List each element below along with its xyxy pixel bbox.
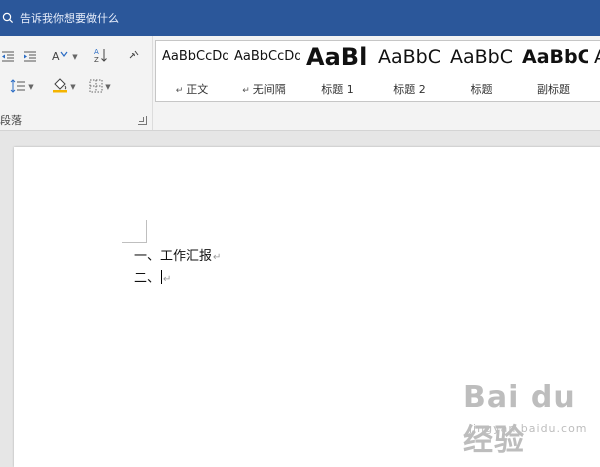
chinese-layout-button[interactable]: A ▼ [50, 46, 80, 68]
style-sample: A [594, 46, 600, 68]
chevron-down-icon: ▼ [28, 83, 34, 91]
line-spacing-icon [10, 78, 26, 97]
ribbon: A ▼ A Z ▼ ▼ ▼ 段落 AaBbCcDd ↵ 正文 AaBbCcDd … [0, 36, 600, 131]
tell-me-search[interactable]: 告诉我你想要做什么 [0, 0, 200, 36]
styles-gallery: AaBbCcDd ↵ 正文 AaBbCcDd ↵ 无间隔 AaBl 标题 1 AaBbC 标题 2… [155, 40, 600, 102]
style-name: 副标题 [516, 81, 588, 97]
style-item[interactable]: AaBbCcDd ↵ 正文 [156, 41, 228, 101]
style-item[interactable]: AaBbC 标题 2 [372, 41, 444, 101]
style-sample: AaBbC [450, 46, 514, 68]
text-cursor [161, 270, 163, 284]
style-name: 不 [588, 81, 600, 97]
style-label: 标题 2 [393, 83, 426, 96]
line-text: 二、 [134, 271, 161, 286]
style-item[interactable]: AaBl 标题 1 [300, 41, 372, 101]
style-item[interactable]: AaBbC 标题 [444, 41, 516, 101]
style-label: 标题 [470, 83, 493, 96]
style-name: 标题 2 [372, 81, 444, 97]
increase-indent-icon [23, 48, 37, 67]
sort-button[interactable]: A Z [90, 46, 112, 68]
chevron-down-icon: ▼ [72, 53, 78, 61]
style-sample: AaBbCcDd [162, 49, 228, 64]
chinese-layout-icon: A [52, 48, 70, 67]
line-text: 一、工作汇报 [134, 249, 213, 264]
style-name: 标题 1 [300, 81, 372, 97]
svg-text:Z: Z [94, 56, 99, 63]
paragraph-mark: ↵ [213, 252, 222, 263]
style-sample: AaBl [306, 43, 368, 71]
search-icon [2, 9, 14, 28]
chevron-down-icon: ▼ [105, 83, 111, 91]
style-sample: AaBbC [378, 46, 442, 68]
svg-text:A: A [94, 48, 99, 56]
style-label: 副标题 [537, 83, 570, 96]
border-grid-icon [89, 78, 103, 97]
margin-corner-mark [122, 220, 147, 243]
title-bar: 告诉我你想要做什么 [0, 0, 600, 36]
style-name: 标题 [444, 81, 516, 97]
style-label: 无间隔 [252, 83, 286, 96]
style-sample: AaBbC [522, 46, 588, 68]
style-label: 标题 1 [321, 83, 354, 96]
paragraph-mark: ↵ [163, 274, 172, 285]
show-paragraph-marks-button[interactable] [124, 46, 144, 68]
paragraph-group-label: 段落 [0, 114, 22, 127]
style-name: ↵ 正文 [156, 81, 228, 97]
dialog-launcher-icon[interactable] [138, 116, 147, 125]
paint-bucket-icon [52, 77, 68, 97]
style-item[interactable]: A不 [588, 41, 600, 101]
svg-text:A: A [52, 50, 60, 63]
baidu-watermark: Bai du 经验 jingyan.baidu.com [445, 380, 595, 458]
chevron-down-icon: ▼ [70, 83, 76, 91]
shading-button[interactable]: ▼ [48, 76, 80, 98]
tell-me-placeholder: 告诉我你想要做什么 [20, 12, 119, 25]
document-line[interactable]: 一、工作汇报↵ [134, 245, 221, 264]
line-spacing-button[interactable]: ▼ [6, 76, 38, 98]
paragraph-group: A ▼ A Z ▼ ▼ ▼ 段落 [0, 36, 153, 130]
style-label: 正文 [186, 83, 209, 96]
paragraph-mark: ↵ [175, 86, 184, 96]
paragraph-mark-icon [128, 48, 140, 67]
style-item[interactable]: AaBbC 副标题 [516, 41, 588, 101]
borders-button[interactable]: ▼ [84, 76, 116, 98]
watermark-url: jingyan.baidu.com [469, 422, 588, 435]
style-name: ↵ 无间隔 [228, 81, 300, 97]
watermark-logo: Bai du 经验 [463, 380, 576, 458]
sort-az-icon: A Z [93, 47, 109, 67]
paragraph-mark: ↵ [242, 86, 250, 96]
decrease-indent-button[interactable] [0, 46, 16, 68]
increase-indent-button[interactable] [20, 46, 40, 68]
decrease-indent-icon [1, 48, 15, 67]
style-item[interactable]: AaBbCcDd ↵ 无间隔 [228, 41, 300, 101]
document-line[interactable]: 二、 ↵ [134, 267, 171, 286]
style-sample: AaBbCcDd [234, 49, 300, 64]
